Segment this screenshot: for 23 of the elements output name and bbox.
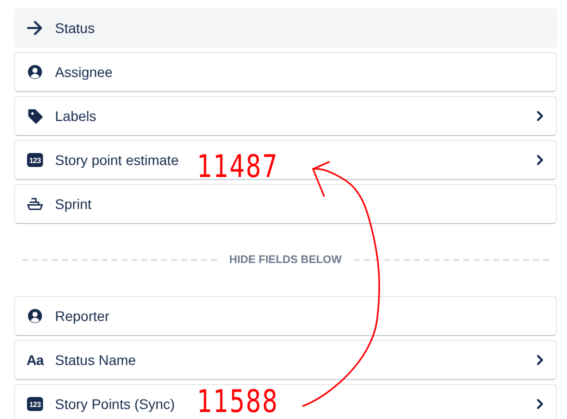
text-icon: Aa xyxy=(26,352,44,368)
divider-label[interactable]: HIDE FIELDS BELOW xyxy=(229,254,342,266)
tag-icon xyxy=(27,108,43,124)
field-row[interactable]: Assignee xyxy=(14,52,557,92)
user-icon xyxy=(27,308,43,324)
user-icon xyxy=(27,64,43,80)
handwritten-number: 11487 xyxy=(197,151,278,182)
handwritten-number: 11588 xyxy=(197,386,278,418)
field-label: Story Points (Sync) xyxy=(55,396,175,412)
field-row[interactable]: Status xyxy=(14,8,557,48)
field-row[interactable]: Aa Status Name xyxy=(14,340,557,380)
boat-icon xyxy=(27,197,43,211)
field-label: Story point estimate xyxy=(55,152,179,168)
field-label: Status xyxy=(55,20,95,36)
field-row[interactable]: Sprint xyxy=(14,184,557,224)
field-label: Status Name xyxy=(55,352,136,368)
field-label: Labels xyxy=(55,108,96,124)
field-label: Reporter xyxy=(55,308,110,324)
field-label: Assignee xyxy=(55,64,113,80)
field-row[interactable]: Labels xyxy=(14,96,557,136)
field-row[interactable]: Reporter xyxy=(14,296,557,336)
arrow-icon xyxy=(27,21,43,35)
field-label: Sprint xyxy=(55,196,92,212)
